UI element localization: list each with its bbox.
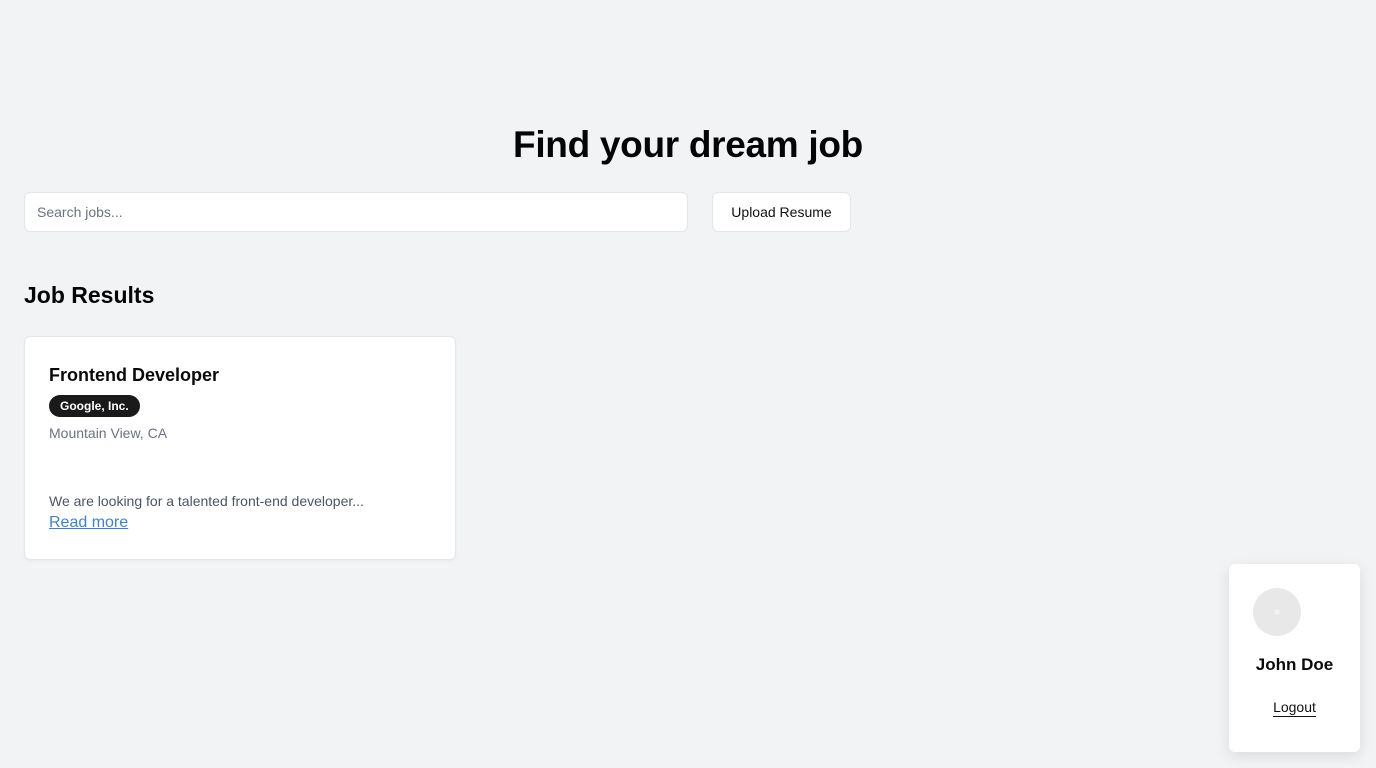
read-more-link[interactable]: Read more bbox=[49, 514, 128, 532]
company-badge: Google, Inc. bbox=[49, 395, 140, 417]
job-location: Mountain View, CA bbox=[49, 425, 168, 441]
job-results-heading: Job Results bbox=[24, 282, 155, 308]
upload-resume-button[interactable]: Upload Resume bbox=[712, 192, 851, 232]
page-title: Find your dream job bbox=[513, 124, 863, 165]
page: Find your dream job Upload Resume Job Re… bbox=[0, 0, 1376, 768]
profile-card: John Doe Logout bbox=[1229, 564, 1360, 752]
logout-label[interactable]: Logout bbox=[1273, 699, 1316, 717]
logout-link[interactable]: Logout bbox=[1229, 699, 1360, 717]
job-title: Frontend Developer bbox=[49, 365, 220, 385]
profile-name: John Doe bbox=[1255, 655, 1334, 674]
avatar-placeholder-dot bbox=[1274, 609, 1280, 615]
job-card: Frontend Developer Google, Inc. Mountain… bbox=[24, 336, 456, 560]
search-input[interactable] bbox=[24, 192, 688, 232]
user-avatar-icon bbox=[1253, 588, 1301, 636]
job-description: We are looking for a talented front-end … bbox=[49, 493, 364, 509]
